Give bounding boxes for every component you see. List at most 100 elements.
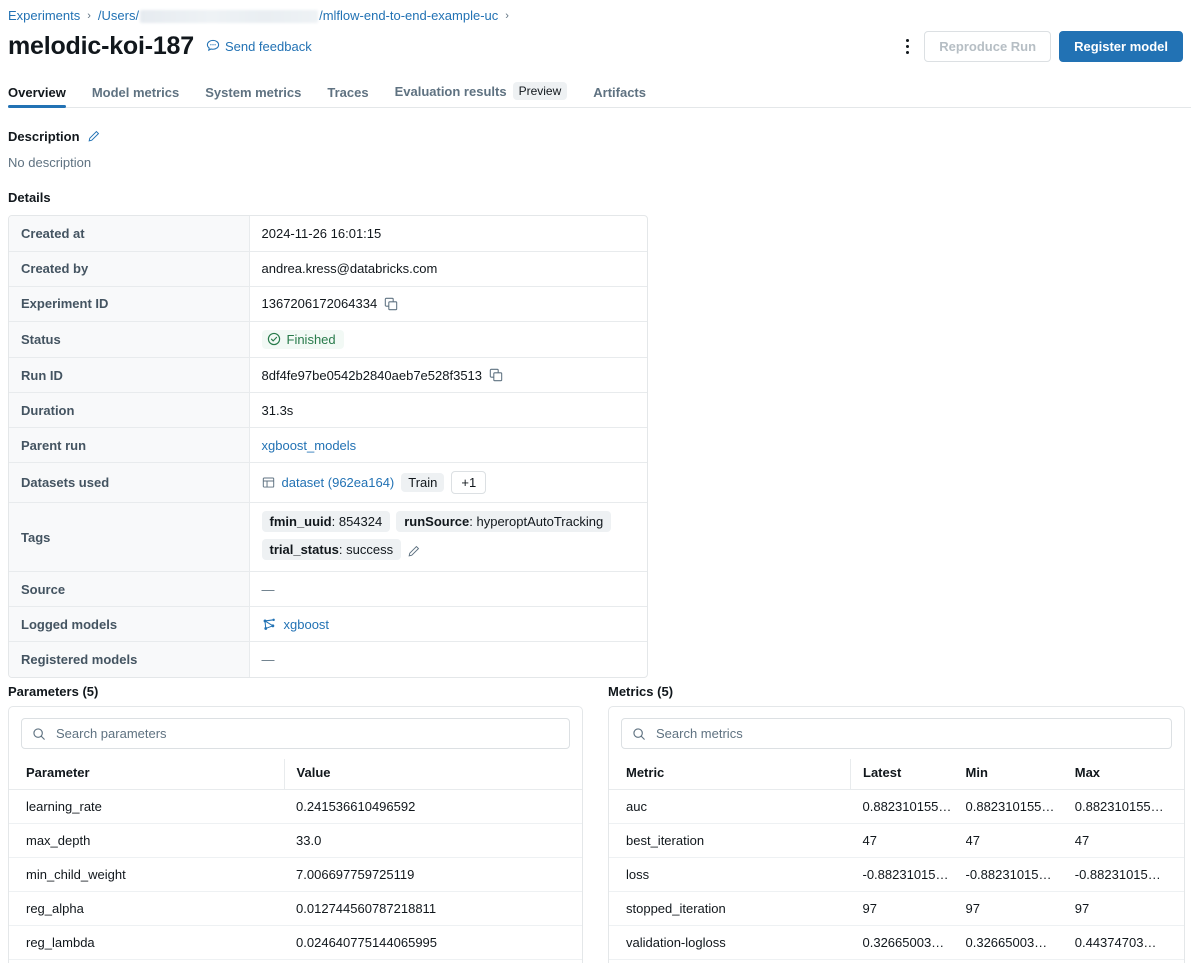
row-label-datasets-used: Datasets used: [9, 463, 249, 503]
row-label-registered-models: Registered models: [9, 642, 249, 677]
col-max[interactable]: Max: [1075, 759, 1184, 790]
row-value-run-id: 8df4fe97be0542b2840aeb7e528f3513: [249, 358, 647, 393]
row-label-created-by: Created by: [9, 251, 249, 286]
metrics-title: Metrics (5): [608, 684, 673, 699]
copy-icon[interactable]: [489, 368, 503, 382]
breadcrumb-path-suffix: /mlflow-end-to-end-example-uc: [319, 7, 498, 25]
table-row: Tags fmin_uuid: 854324 runSource: hypero…: [9, 503, 647, 572]
row-label-duration: Duration: [9, 393, 249, 428]
tag-sep: :: [339, 542, 346, 557]
breadcrumb-separator-icon-2: ›: [505, 7, 509, 25]
reproduce-run-button[interactable]: Reproduce Run: [924, 31, 1051, 62]
table-row: Created at 2024-11-26 16:01:15: [9, 216, 647, 251]
metric-name[interactable]: stopped_iteration: [609, 892, 851, 926]
col-min[interactable]: Min: [966, 759, 1075, 790]
metric-min: 0.32665003…: [966, 926, 1075, 960]
tab-system-metrics[interactable]: System metrics: [205, 85, 301, 107]
tab-traces[interactable]: Traces: [327, 85, 368, 107]
table-header-row: Metric Latest Min Max: [609, 759, 1184, 790]
kebab-menu-icon[interactable]: [896, 33, 918, 59]
table-row: Logged models xgboost: [9, 607, 647, 642]
pencil-icon[interactable]: [87, 130, 100, 143]
tab-traces-label: Traces: [327, 85, 368, 100]
row-label-source: Source: [9, 572, 249, 607]
metric-latest: 0.882310155…: [851, 790, 966, 824]
metric-latest: 0.32665003…: [851, 926, 966, 960]
table-row: Run ID 8df4fe97be0542b2840aeb7e528f3513: [9, 358, 647, 393]
table-row: reg_alpha 0.012744560787218811: [9, 892, 582, 926]
parameter-value: 33.0: [284, 824, 582, 858]
tab-evaluation-results[interactable]: Evaluation results Preview: [395, 82, 568, 107]
search-parameters-input[interactable]: [54, 725, 559, 742]
register-model-button[interactable]: Register model: [1059, 31, 1183, 62]
metric-latest: 97: [851, 892, 966, 926]
model-graph-icon: [262, 617, 277, 632]
logged-model-link[interactable]: xgboost: [284, 617, 330, 632]
metric-name[interactable]: auc: [609, 790, 851, 824]
row-value-status: Finished: [249, 321, 647, 358]
speech-bubble-icon: [206, 39, 220, 53]
tab-overview-label: Overview: [8, 85, 66, 100]
tag-value: hyperoptAutoTracking: [476, 514, 603, 529]
parameter-value: 0.024640775144065995: [284, 926, 582, 960]
tag-chip: trial_status: success: [262, 539, 402, 560]
metric-max: 0.44374703…: [1075, 926, 1184, 960]
metrics-table: Metric Latest Min Max auc 0.882310155… 0…: [609, 759, 1184, 960]
description-body: No description: [8, 155, 91, 170]
breadcrumb-experiments[interactable]: Experiments: [8, 7, 80, 25]
description-header: Description: [8, 129, 100, 144]
parent-run-link[interactable]: xgboost_models: [262, 438, 357, 453]
parameter-name: reg_alpha: [9, 892, 284, 926]
search-metrics-input[interactable]: [654, 725, 1161, 742]
table-row: stopped_iteration 97 97 97: [609, 892, 1184, 926]
parameter-value: 7.006697759725119: [284, 858, 582, 892]
send-feedback-link[interactable]: Send feedback: [206, 39, 312, 54]
col-value[interactable]: Value: [284, 759, 582, 790]
row-value-source: —: [249, 572, 647, 607]
col-parameter[interactable]: Parameter: [9, 759, 284, 790]
breadcrumb-experiment-path[interactable]: /Users/ /mlflow-end-to-end-example-uc: [98, 7, 498, 25]
tab-model-metrics[interactable]: Model metrics: [92, 85, 179, 107]
search-icon: [32, 727, 46, 741]
col-metric[interactable]: Metric: [609, 759, 851, 790]
breadcrumb-path-prefix: /Users/: [98, 7, 139, 25]
search-parameters-box[interactable]: [21, 718, 570, 749]
table-row: Datasets used dataset (962ea164) Train +…: [9, 463, 647, 503]
description-title: Description: [8, 129, 80, 144]
metric-name[interactable]: validation-logloss: [609, 926, 851, 960]
search-metrics-box[interactable]: [621, 718, 1172, 749]
table-row: loss -0.88231015… -0.88231015… -0.882310…: [609, 858, 1184, 892]
row-value-duration: 31.3s: [249, 393, 647, 428]
table-header-row: Parameter Value: [9, 759, 582, 790]
copy-icon[interactable]: [384, 297, 398, 311]
metric-min: 97: [966, 892, 1075, 926]
metric-name[interactable]: best_iteration: [609, 824, 851, 858]
row-label-created-at: Created at: [9, 216, 249, 251]
status-badge: Finished: [262, 330, 344, 349]
tab-system-metrics-label: System metrics: [205, 85, 301, 100]
table-row: min_child_weight 7.006697759725119: [9, 858, 582, 892]
page-header: melodic-koi-187 Send feedback Reproduce …: [8, 30, 1183, 62]
tab-artifacts[interactable]: Artifacts: [593, 85, 646, 107]
table-row: Status Finished: [9, 321, 647, 358]
dataset-more-button[interactable]: +1: [451, 471, 486, 494]
metric-min: 47: [966, 824, 1075, 858]
col-latest[interactable]: Latest: [851, 759, 966, 790]
tag-sep: :: [332, 514, 339, 529]
table-row: best_iteration 47 47 47: [609, 824, 1184, 858]
metric-max: 0.882310155…: [1075, 790, 1184, 824]
preview-badge: Preview: [513, 82, 568, 100]
metric-name[interactable]: loss: [609, 858, 851, 892]
dataset-link[interactable]: dataset (962ea164): [282, 475, 395, 490]
experiment-id-text: 1367206172064334: [262, 296, 378, 311]
details-title: Details: [8, 190, 51, 205]
table-row: Registered models —: [9, 642, 647, 677]
tab-overview[interactable]: Overview: [8, 85, 66, 107]
pencil-icon[interactable]: [407, 545, 420, 558]
table-row: auc 0.882310155… 0.882310155… 0.88231015…: [609, 790, 1184, 824]
tags-list: fmin_uuid: 854324 runSource: hyperoptAut…: [262, 511, 632, 563]
breadcrumb-separator-icon: ›: [87, 7, 91, 25]
tag-chip: runSource: hyperoptAutoTracking: [396, 511, 611, 532]
tag-sep: :: [469, 514, 476, 529]
check-circle-icon: [267, 332, 281, 346]
